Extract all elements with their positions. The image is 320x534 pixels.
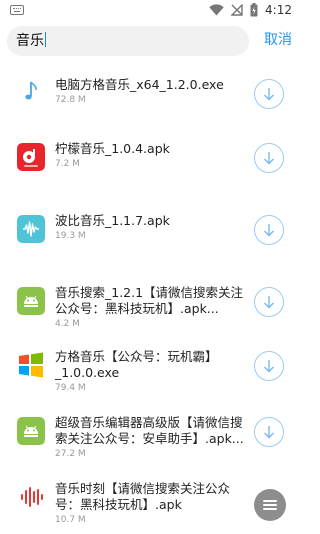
file-size: 7.2 M — [55, 159, 80, 169]
download-arrow-icon — [264, 88, 274, 101]
download-button[interactable] — [254, 215, 284, 245]
download-arrow-icon — [264, 360, 274, 373]
android-icon — [17, 287, 45, 315]
download-button[interactable] — [254, 143, 284, 173]
download-arrow-icon — [264, 296, 274, 309]
download-arrow-icon — [264, 426, 274, 439]
download-arrow-icon — [264, 224, 274, 237]
file-name: 音乐搜索_1.2.1【请微信搜索关注公众号：黑科技玩机】.apk... — [55, 285, 244, 316]
cancel-button[interactable]: 取消 — [264, 31, 292, 49]
file-size: 4.2 M — [55, 319, 80, 329]
list-item[interactable]: 音乐搜索_1.2.1【请微信搜索关注公众号：黑科技玩机】.apk... 4.2 … — [0, 275, 300, 345]
list-item[interactable]: 方格音乐【公众号：玩机霸】_1.0.0.exe 79.4 M — [0, 339, 300, 409]
wifi-icon — [209, 4, 224, 16]
status-icons: 4:12 — [209, 2, 292, 18]
file-name: 波比音乐_1.1.7.apk — [55, 213, 170, 228]
download-button[interactable] — [254, 417, 284, 447]
no-signal-icon — [231, 4, 243, 16]
music-note-icon — [25, 81, 37, 100]
file-name: 超级音乐编辑器高级版【请微信搜索关注公众号：安卓助手】.apk... — [55, 415, 244, 446]
search-input[interactable]: 音乐 — [7, 26, 249, 56]
download-arrow-icon — [264, 152, 274, 165]
download-button[interactable] — [254, 351, 284, 381]
waveform-app-icon — [17, 215, 45, 243]
file-name: 柠檬音乐_1.0.4.apk — [55, 141, 170, 156]
status-time: 4:12 — [265, 3, 292, 17]
list-item[interactable]: 波比音乐_1.1.7.apk 19.3 M — [0, 203, 300, 273]
android-icon — [17, 417, 45, 445]
download-button[interactable] — [254, 287, 284, 317]
search-query-text: 音乐 — [16, 32, 46, 49]
file-size: 79.4 M — [55, 383, 86, 393]
list-item[interactable]: 电脑方格音乐_x64_1.2.0.exe 72.8 M — [0, 67, 300, 137]
file-size: 10.7 M — [55, 515, 86, 525]
sound-bars-icon — [17, 483, 45, 511]
menu-line — [263, 508, 277, 510]
windows-icon — [19, 352, 43, 378]
status-bar: 4:12 — [0, 0, 300, 20]
file-name: 音乐时刻【请微信搜索关注公众号：黑科技玩机】.apk — [55, 481, 231, 512]
battery-charging-icon — [250, 3, 258, 17]
keyboard-icon — [10, 5, 24, 15]
text-cursor — [45, 32, 46, 47]
file-size: 72.8 M — [55, 95, 86, 105]
file-size: 27.2 M — [55, 449, 86, 459]
list-item[interactable]: 柠檬音乐_1.0.4.apk 7.2 M — [0, 131, 300, 201]
menu-line — [263, 500, 277, 502]
list-item[interactable]: 超级音乐编辑器高级版【请微信搜索关注公众号：安卓助手】.apk... 27.2 … — [0, 405, 300, 475]
menu-line — [263, 504, 277, 506]
file-name: 电脑方格音乐_x64_1.2.0.exe — [55, 77, 224, 92]
download-button[interactable] — [254, 79, 284, 109]
file-size: 19.3 M — [55, 231, 86, 241]
file-name: 方格音乐【公众号：玩机霸】_1.0.0.exe — [55, 349, 218, 380]
lemon-music-app-icon — [17, 143, 45, 171]
menu-fab-button[interactable] — [254, 489, 286, 521]
